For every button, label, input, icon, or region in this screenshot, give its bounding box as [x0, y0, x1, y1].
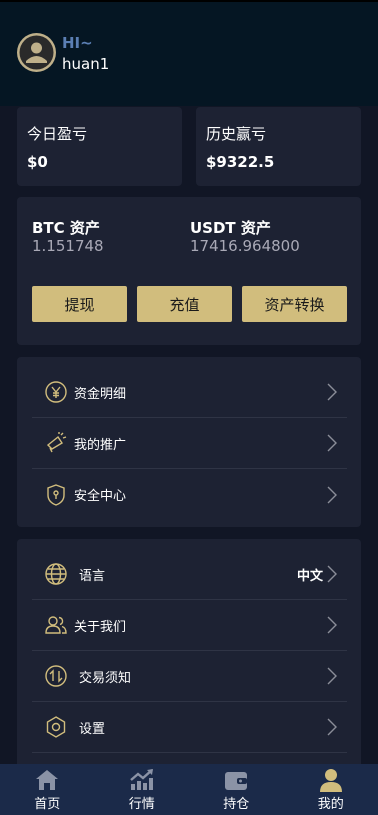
- history-pnl-value: $9322.5: [206, 153, 275, 171]
- usdt-asset-label: USDT 资产: [190, 219, 271, 237]
- menu-label: 安全中心: [74, 489, 127, 504]
- menu-label: 语言: [79, 568, 106, 584]
- tab-label: 首页: [34, 797, 61, 812]
- menu-item-trading-notice[interactable]: 交易须知: [32, 651, 347, 702]
- today-pnl-value: $0: [27, 153, 48, 171]
- current-language-value: 中文: [296, 568, 323, 584]
- history-pnl-label: 历史赢亏: [206, 125, 267, 143]
- chevron-right-icon: [327, 667, 337, 685]
- greeting-text: HI~: [62, 34, 93, 52]
- menu-label: 我的推广: [74, 437, 127, 453]
- globe-icon: [44, 562, 68, 586]
- withdraw-button[interactable]: 提现: [32, 286, 127, 322]
- btc-asset-label: BTC 资产: [32, 219, 100, 237]
- chevron-right-icon: [327, 565, 337, 583]
- exchange-icon: [44, 664, 68, 688]
- menu-card-account: 资金明细 我的推广 安全中心: [17, 357, 361, 527]
- bottom-tab-bar: 首页 行情 持仓 我的: [0, 764, 378, 815]
- tab-label: 行情: [128, 797, 155, 812]
- tab-label: 持仓: [223, 797, 250, 812]
- chevron-right-icon: [327, 383, 337, 401]
- menu-item-about-us[interactable]: 关于我们: [32, 600, 347, 651]
- menu-label: 资金明细: [74, 386, 127, 402]
- top-divider: [0, 0, 378, 2]
- avatar[interactable]: [17, 33, 56, 72]
- users-icon: [44, 613, 68, 637]
- chevron-right-icon: [327, 616, 337, 634]
- yen-circle-icon: [44, 380, 68, 404]
- home-icon: [36, 770, 59, 790]
- menu-card-settings: 语言 中文 关于我们 交易须知 设置: [17, 539, 361, 769]
- chevron-right-icon: [327, 486, 337, 503]
- tab-positions[interactable]: 持仓: [189, 764, 284, 815]
- profile-header: HI~ huan1: [0, 0, 378, 106]
- today-pnl-card: 今日盈亏 $0: [17, 107, 182, 186]
- menu-item-language[interactable]: 语言 中文: [32, 549, 347, 600]
- history-pnl-card: 历史赢亏 $9322.5: [196, 107, 361, 186]
- shield-icon: [44, 483, 68, 507]
- menu-item-security-center[interactable]: 安全中心: [32, 469, 347, 520]
- user-icon: [319, 769, 342, 792]
- tab-label: 我的: [317, 797, 344, 812]
- menu-label: 关于我们: [74, 619, 127, 635]
- usdt-asset-value: 17416.964800: [190, 237, 300, 255]
- menu-label: 设置: [79, 721, 106, 737]
- asset-transfer-button[interactable]: 资产转换: [242, 286, 347, 322]
- menu-item-my-promotion[interactable]: 我的推广: [32, 418, 347, 469]
- deposit-button[interactable]: 充值: [137, 286, 232, 322]
- menu-label: 交易须知: [79, 670, 132, 686]
- today-pnl-label: 今日盈亏: [27, 125, 88, 143]
- chevron-right-icon: [327, 434, 337, 452]
- gear-icon: [44, 715, 68, 739]
- tab-mine[interactable]: 我的: [284, 764, 378, 815]
- avatar-user-icon: [19, 35, 54, 70]
- wallet-icon: [225, 772, 248, 790]
- tab-home[interactable]: 首页: [0, 764, 95, 815]
- tab-market[interactable]: 行情: [95, 764, 190, 815]
- megaphone-icon: [44, 431, 68, 455]
- username: huan1: [62, 55, 110, 73]
- chevron-right-icon: [327, 718, 337, 736]
- menu-item-settings[interactable]: 设置: [32, 702, 347, 753]
- assets-card: BTC 资产 1.151748 USDT 资产 17416.964800 提现 …: [17, 197, 361, 345]
- menu-item-fund-details[interactable]: 资金明细: [32, 367, 347, 418]
- market-chart-icon: [129, 769, 153, 790]
- btc-asset-value: 1.151748: [32, 237, 104, 255]
